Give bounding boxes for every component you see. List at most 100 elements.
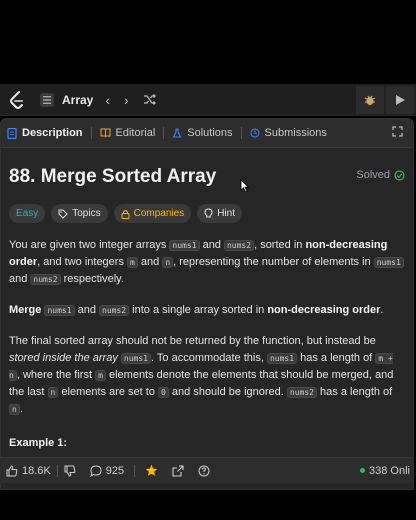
expand-icon[interactable] bbox=[392, 126, 403, 140]
tab-divider bbox=[163, 127, 165, 139]
tag-icon bbox=[58, 209, 68, 219]
inline-code: nums1 bbox=[266, 353, 298, 364]
text: has a length of bbox=[297, 352, 376, 364]
inline-code: n bbox=[47, 387, 59, 398]
text: and bbox=[199, 239, 224, 251]
text: You are given two integer arrays bbox=[9, 239, 170, 251]
inline-code: nums2 bbox=[223, 240, 255, 251]
chevron-right-icon[interactable]: › bbox=[124, 92, 129, 108]
run-button[interactable] bbox=[386, 85, 414, 114]
favorite-button[interactable] bbox=[145, 464, 158, 477]
text: elements are set to bbox=[58, 386, 159, 398]
comment-icon bbox=[89, 464, 102, 477]
solved-label: Solved bbox=[356, 169, 390, 181]
lightbulb-icon bbox=[204, 208, 213, 218]
bug-icon bbox=[364, 95, 376, 105]
inline-code: m bbox=[127, 257, 138, 268]
document-icon bbox=[7, 127, 17, 139]
text: , and two integers bbox=[37, 256, 128, 268]
text: has a length of bbox=[317, 386, 393, 398]
text: . bbox=[380, 304, 384, 316]
tab-bar: Description Editorial Solutions Submissi… bbox=[1, 119, 413, 148]
inline-code: m bbox=[95, 370, 106, 381]
difficulty-badge: Easy bbox=[9, 204, 46, 223]
italic-text: stored inside the array bbox=[9, 352, 118, 364]
inline-code: nums2 bbox=[99, 305, 130, 316]
online-dot-icon bbox=[360, 468, 366, 473]
text: and bbox=[74, 304, 100, 316]
example-heading: Example 1: bbox=[9, 437, 68, 449]
topics-button[interactable]: Topics bbox=[51, 204, 108, 223]
help-button[interactable] bbox=[198, 465, 210, 477]
debug-button[interactable] bbox=[356, 85, 384, 114]
problem-list-title: Array bbox=[62, 92, 94, 107]
comments-button[interactable]: 925 bbox=[89, 464, 125, 477]
inline-code: nums2 bbox=[286, 387, 317, 398]
tab-divider bbox=[90, 127, 92, 139]
text: and bbox=[137, 256, 163, 268]
history-icon bbox=[249, 128, 260, 138]
problem-list-button[interactable]: Array bbox=[40, 92, 94, 107]
text: . To accommodate this, bbox=[151, 352, 267, 364]
bottom-action-bar: 18.6K 925 338 Onli bbox=[0, 457, 414, 483]
like-button[interactable]: 18.6K bbox=[6, 465, 51, 477]
thumbs-up-icon bbox=[6, 464, 18, 476]
inline-code: 0 bbox=[158, 387, 169, 398]
book-icon bbox=[100, 128, 111, 138]
tab-submissions-label: Submissions bbox=[264, 127, 327, 139]
share-icon bbox=[172, 464, 184, 477]
divider bbox=[56, 464, 58, 477]
online-count: 338 Onli bbox=[360, 465, 410, 477]
online-label: 338 Onli bbox=[369, 464, 410, 477]
top-nav-bar: Array ‹ › bbox=[0, 84, 416, 116]
tab-description-label: Description bbox=[22, 127, 83, 139]
tab-submissions[interactable]: Submissions bbox=[249, 119, 327, 147]
text: and should be ignored. bbox=[168, 386, 287, 398]
tab-editorial-label: Editorial bbox=[115, 127, 156, 139]
hint-label: Hint bbox=[217, 208, 235, 219]
play-icon bbox=[396, 94, 405, 105]
tab-divider bbox=[240, 127, 242, 139]
description-paragraph-3: The final sorted array should not be ret… bbox=[9, 333, 405, 418]
dislike-button[interactable] bbox=[64, 465, 76, 477]
description-paragraph-2: Merge nums1 and nums2 into a single arra… bbox=[9, 302, 405, 319]
leetcode-logo[interactable] bbox=[6, 89, 28, 111]
tag-row: Easy Topics Companies Hint bbox=[9, 204, 405, 223]
companies-button[interactable]: Companies bbox=[113, 204, 192, 223]
inline-code: nums2 bbox=[30, 274, 61, 285]
text: The final sorted array should not be ret… bbox=[9, 335, 376, 347]
mouse-cursor-icon bbox=[240, 179, 250, 198]
tab-solutions-label: Solutions bbox=[187, 127, 233, 139]
question-circle-icon bbox=[198, 465, 210, 476]
inline-code: nums1 bbox=[373, 257, 404, 268]
problem-content: 88. Merge Sorted Array Solved Easy Topic… bbox=[1, 166, 413, 418]
description-panel: Description Editorial Solutions Submissi… bbox=[0, 118, 414, 490]
divider bbox=[134, 464, 136, 477]
text: . bbox=[19, 403, 23, 415]
bold-text: non-decreasing order bbox=[267, 304, 381, 316]
check-circle-icon bbox=[394, 169, 405, 181]
lock-icon bbox=[121, 209, 130, 219]
comment-count: 925 bbox=[105, 464, 125, 477]
inline-code: nums1 bbox=[44, 305, 75, 316]
star-icon bbox=[145, 464, 158, 476]
share-button[interactable] bbox=[172, 464, 184, 477]
tab-description[interactable]: Description bbox=[7, 119, 83, 147]
text: , representing the number of elements in bbox=[173, 256, 374, 268]
companies-label: Companies bbox=[133, 208, 185, 219]
inline-code: nums1 bbox=[120, 353, 151, 364]
shuffle-icon[interactable] bbox=[143, 92, 156, 108]
tab-editorial[interactable]: Editorial bbox=[100, 119, 156, 147]
solved-status: Solved bbox=[356, 169, 405, 181]
tab-solutions[interactable]: Solutions bbox=[172, 119, 233, 147]
inline-code: n bbox=[162, 257, 174, 268]
chevron-left-icon[interactable]: ‹ bbox=[105, 92, 110, 108]
text: and bbox=[9, 273, 31, 285]
list-icon bbox=[40, 92, 54, 107]
text: respectively. bbox=[60, 273, 124, 285]
description-paragraph-1: You are given two integer arrays nums1 a… bbox=[9, 237, 405, 288]
problem-title[interactable]: 88. Merge Sorted Array bbox=[9, 166, 405, 190]
topics-label: Topics bbox=[72, 208, 101, 219]
text: , sorted in bbox=[254, 239, 306, 251]
hint-button[interactable]: Hint bbox=[197, 204, 242, 223]
